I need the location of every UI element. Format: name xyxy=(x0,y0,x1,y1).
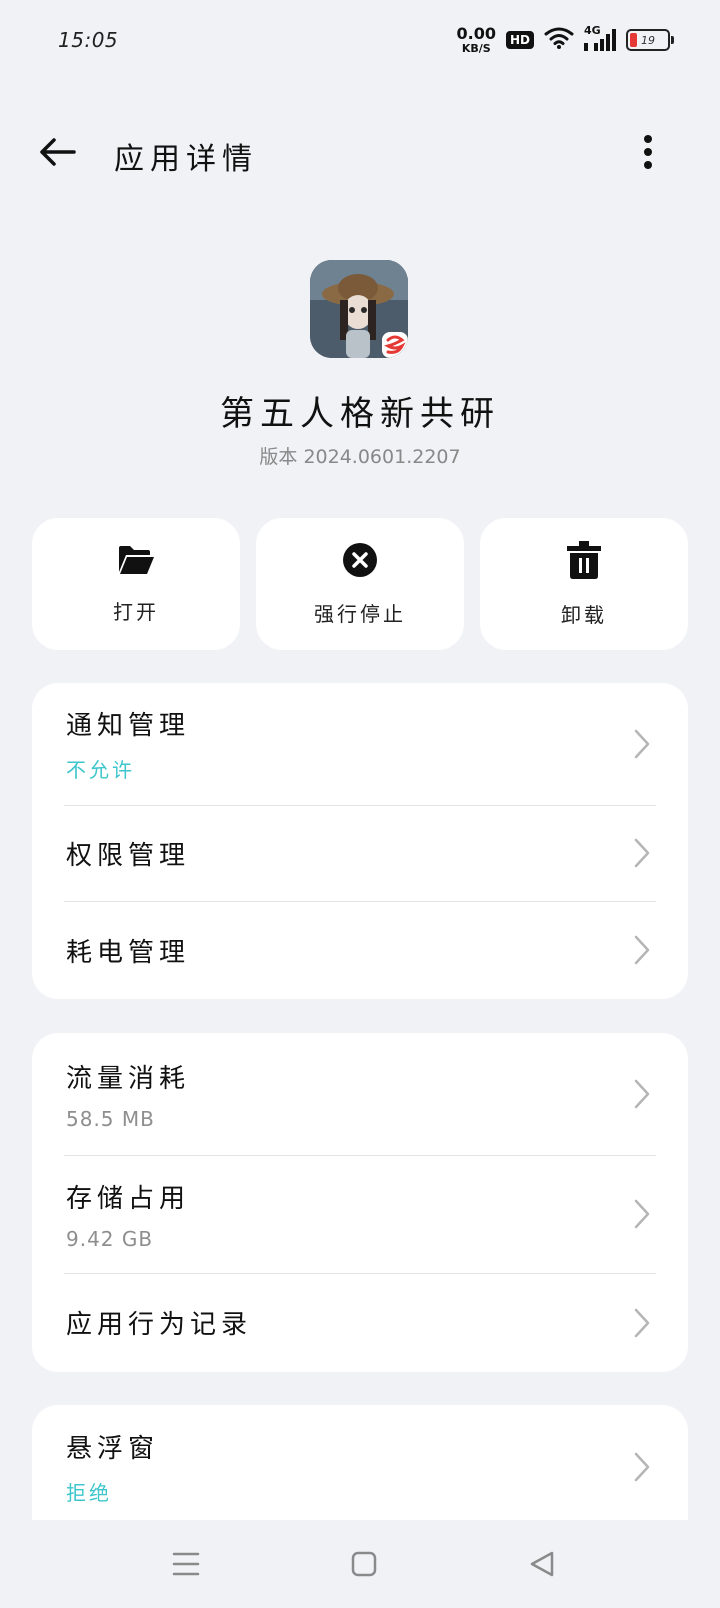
app-version: 版本 2024.0601.2207 xyxy=(259,446,461,468)
settings-group-usage: 流量消耗 58.5 MB 存储占用 9.42 GB 应用行为记录 xyxy=(32,1033,688,1372)
open-button[interactable]: 打开 xyxy=(32,518,240,650)
back-button[interactable] xyxy=(30,126,86,182)
uninstall-button[interactable]: 卸载 xyxy=(480,518,688,650)
storage-usage-title: 存储占用 xyxy=(66,1183,191,1214)
uninstall-label: 卸载 xyxy=(561,602,607,627)
floating-window-item[interactable]: 悬浮窗 拒绝 xyxy=(32,1405,688,1520)
chevron-right-icon xyxy=(630,1078,654,1110)
notification-management-title: 通知管理 xyxy=(66,711,191,741)
hd-badge: HD xyxy=(505,31,534,49)
chevron-right-icon xyxy=(630,1198,654,1230)
battery-management-title: 耗电管理 xyxy=(66,937,191,968)
arrow-left-icon xyxy=(38,137,78,171)
floating-window-status: 拒绝 xyxy=(66,1481,112,1505)
open-label: 打开 xyxy=(113,599,159,624)
data-usage-item[interactable]: 流量消耗 58.5 MB xyxy=(32,1033,688,1155)
battery-management-item[interactable]: 耗电管理 xyxy=(32,901,688,999)
back-triangle-icon xyxy=(529,1550,555,1582)
settings-group-permissions: 通知管理 不允许 权限管理 耗电管理 xyxy=(32,683,688,999)
back-nav-button[interactable] xyxy=(514,1538,570,1594)
storage-usage-item[interactable]: 存储占用 9.42 GB xyxy=(32,1155,688,1273)
app-behavior-record-item[interactable]: 应用行为记录 xyxy=(32,1273,688,1372)
system-nav-bar xyxy=(0,1520,720,1608)
close-circle-icon xyxy=(342,542,378,582)
settings-group-overlay: 悬浮窗 拒绝 xyxy=(32,1405,688,1520)
status-bar: 15:05 0.00 KB/S HD 4G 19 xyxy=(0,0,720,84)
battery-icon: 19 xyxy=(626,29,674,51)
battery-text: 19 xyxy=(641,33,655,47)
home-button[interactable] xyxy=(336,1538,392,1594)
force-stop-button[interactable]: 强行停止 xyxy=(256,518,464,650)
app-icon xyxy=(310,260,408,358)
chevron-right-icon xyxy=(630,837,654,869)
app-name: 第五人格新共研 xyxy=(220,394,500,434)
data-usage-title: 流量消耗 xyxy=(66,1063,191,1094)
app-bar: 应用详情 xyxy=(0,112,720,196)
cellular-signal-icon: 4G xyxy=(584,24,616,52)
notification-status: 不允许 xyxy=(66,758,135,782)
home-square-icon xyxy=(351,1551,377,1581)
chevron-right-icon xyxy=(630,728,654,760)
permission-management-item[interactable]: 权限管理 xyxy=(32,805,688,901)
data-usage-value: 58.5 MB xyxy=(66,1106,155,1131)
recent-apps-button[interactable] xyxy=(158,1538,214,1594)
trash-icon xyxy=(567,540,601,583)
force-stop-label: 强行停止 xyxy=(314,601,406,626)
more-vertical-icon xyxy=(643,134,653,174)
more-options-button[interactable] xyxy=(620,126,676,182)
app-behavior-record-title: 应用行为记录 xyxy=(66,1310,253,1340)
floating-window-title: 悬浮窗 xyxy=(66,1434,160,1464)
page-title: 应用详情 xyxy=(114,142,258,177)
chevron-right-icon xyxy=(630,934,654,966)
net-speed-value: 0.00 xyxy=(456,24,496,43)
wifi-icon xyxy=(544,26,574,54)
net-speed-unit: KB/S xyxy=(461,42,491,55)
chevron-right-icon xyxy=(630,1307,654,1339)
folder-open-icon xyxy=(117,544,155,580)
notification-management-item[interactable]: 通知管理 不允许 xyxy=(32,683,688,805)
menu-icon xyxy=(172,1551,200,1581)
permission-management-title: 权限管理 xyxy=(66,840,191,871)
status-indicators: 0.00 KB/S HD 4G 19 xyxy=(456,24,674,55)
action-row: 打开 强行停止 卸载 xyxy=(32,518,688,650)
net-speed: 0.00 KB/S xyxy=(456,24,496,55)
storage-usage-value: 9.42 GB xyxy=(66,1226,154,1251)
chevron-right-icon xyxy=(630,1451,654,1483)
status-time: 15:05 xyxy=(58,28,119,52)
